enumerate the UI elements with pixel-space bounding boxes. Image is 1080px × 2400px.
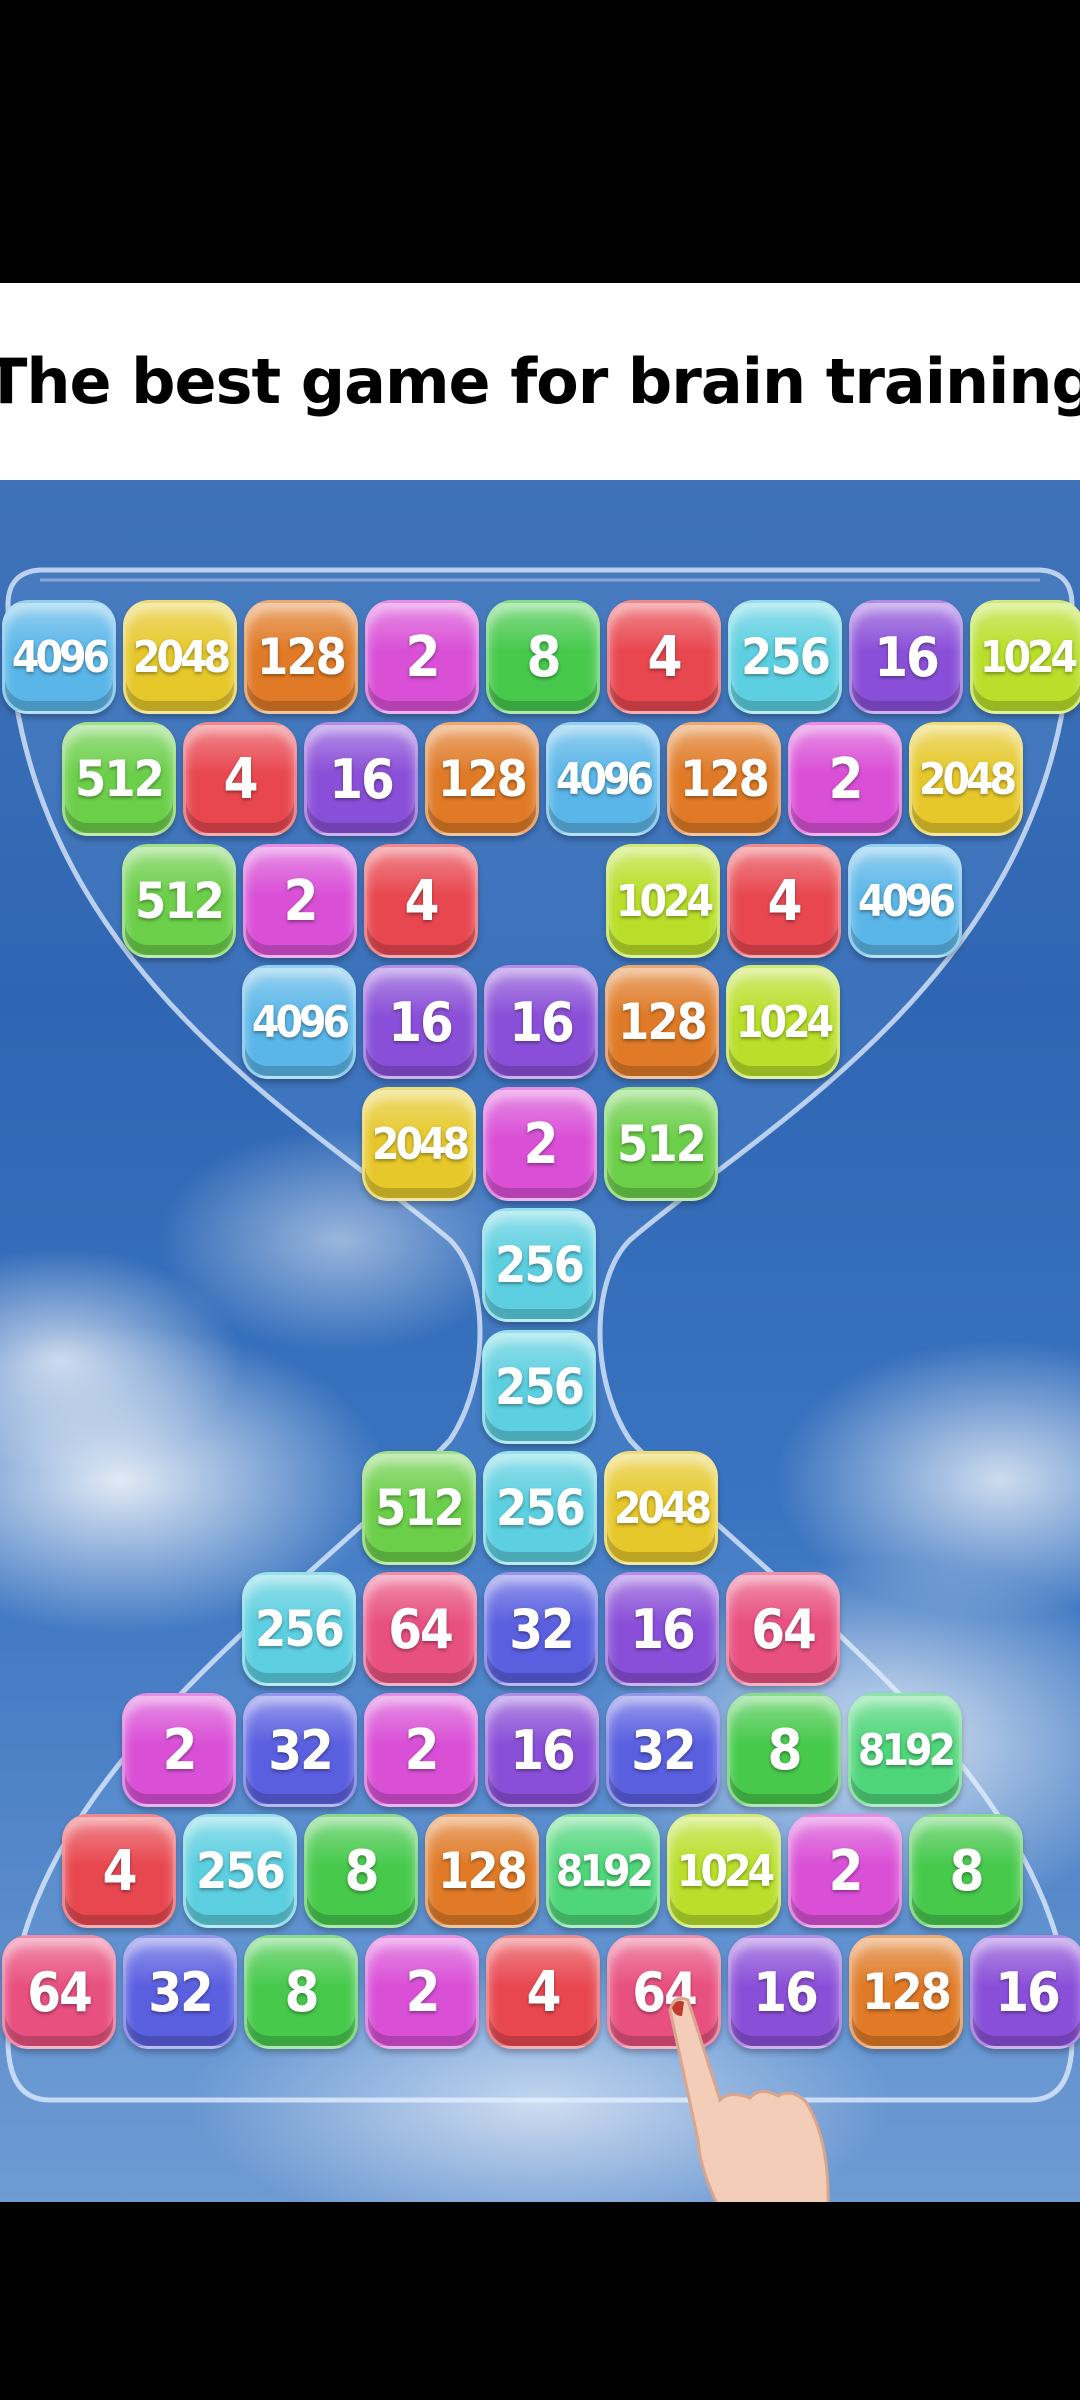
tile-128[interactable]: 128 xyxy=(425,722,539,836)
tile-4[interactable]: 4 xyxy=(183,722,297,836)
tile-128[interactable]: 128 xyxy=(425,1814,539,1928)
tile-1024[interactable]: 1024 xyxy=(726,965,840,1079)
tile-256[interactable]: 256 xyxy=(183,1814,297,1928)
tile-8[interactable]: 8 xyxy=(486,600,600,714)
pointing-hand-icon xyxy=(668,1996,830,2202)
tile-2048[interactable]: 2048 xyxy=(362,1087,476,1201)
tile-2048[interactable]: 2048 xyxy=(604,1451,718,1565)
tile-512[interactable]: 512 xyxy=(362,1451,476,1565)
tile-128[interactable]: 128 xyxy=(605,965,719,1079)
promo-banner: The best game for brain training xyxy=(0,283,1080,480)
tile-8[interactable]: 8 xyxy=(727,1693,841,1807)
tile-256[interactable]: 256 xyxy=(728,600,842,714)
tile-8[interactable]: 8 xyxy=(244,1935,358,2049)
tile-8[interactable]: 8 xyxy=(304,1814,418,1928)
tile-4[interactable]: 4 xyxy=(364,844,478,958)
tile-2048[interactable]: 2048 xyxy=(123,600,237,714)
tile-4096[interactable]: 4096 xyxy=(546,722,660,836)
tile-1024[interactable]: 1024 xyxy=(667,1814,781,1928)
tile-32[interactable]: 32 xyxy=(123,1935,237,2049)
tile-128[interactable]: 128 xyxy=(244,600,358,714)
tile-2048[interactable]: 2048 xyxy=(909,722,1023,836)
bottom-black-bar xyxy=(0,2202,1080,2400)
tile-512[interactable]: 512 xyxy=(122,844,236,958)
tile-8192[interactable]: 8192 xyxy=(546,1814,660,1928)
tile-128[interactable]: 128 xyxy=(849,1935,963,2049)
tile-16[interactable]: 16 xyxy=(970,1935,1080,2049)
tile-4096[interactable]: 4096 xyxy=(2,600,116,714)
tile-64[interactable]: 64 xyxy=(726,1572,840,1686)
tile-16[interactable]: 16 xyxy=(605,1572,719,1686)
tile-4[interactable]: 4 xyxy=(727,844,841,958)
tile-256[interactable]: 256 xyxy=(242,1572,356,1686)
tile-4[interactable]: 4 xyxy=(607,600,721,714)
tile-1024[interactable]: 1024 xyxy=(606,844,720,958)
tile-32[interactable]: 32 xyxy=(484,1572,598,1686)
banner-title: The best game for brain training xyxy=(0,345,1080,418)
tile-512[interactable]: 512 xyxy=(604,1087,718,1201)
tile-256[interactable]: 256 xyxy=(482,1208,596,1322)
tile-2[interactable]: 2 xyxy=(365,600,479,714)
tile-256[interactable]: 256 xyxy=(483,1451,597,1565)
tile-16[interactable]: 16 xyxy=(484,965,598,1079)
tile-1024[interactable]: 1024 xyxy=(970,600,1080,714)
tile-2[interactable]: 2 xyxy=(364,1693,478,1807)
tile-4096[interactable]: 4096 xyxy=(848,844,962,958)
tile-64[interactable]: 64 xyxy=(363,1572,477,1686)
tile-16[interactable]: 16 xyxy=(485,1693,599,1807)
tile-2[interactable]: 2 xyxy=(243,844,357,958)
tile-8[interactable]: 8 xyxy=(909,1814,1023,1928)
top-black-bar xyxy=(0,0,1080,283)
tile-4[interactable]: 4 xyxy=(62,1814,176,1928)
tile-4[interactable]: 4 xyxy=(486,1935,600,2049)
tile-8192[interactable]: 8192 xyxy=(848,1693,962,1807)
tile-64[interactable]: 64 xyxy=(2,1935,116,2049)
tile-2[interactable]: 2 xyxy=(483,1087,597,1201)
game-board[interactable]: 4096 2048 128 2 8 4 256 16 1024 512 4 16 128 4096 128 2… xyxy=(0,480,1080,2202)
tile-16[interactable]: 16 xyxy=(849,600,963,714)
tile-2[interactable]: 2 xyxy=(788,722,902,836)
tile-4096[interactable]: 4096 xyxy=(242,965,356,1079)
tile-512[interactable]: 512 xyxy=(62,722,176,836)
tile-2[interactable]: 2 xyxy=(788,1814,902,1928)
tile-2[interactable]: 2 xyxy=(365,1935,479,2049)
tile-2[interactable]: 2 xyxy=(122,1693,236,1807)
tile-128[interactable]: 128 xyxy=(667,722,781,836)
tile-16[interactable]: 16 xyxy=(363,965,477,1079)
tile-256[interactable]: 256 xyxy=(482,1330,596,1444)
tile-32[interactable]: 32 xyxy=(243,1693,357,1807)
tile-16[interactable]: 16 xyxy=(304,722,418,836)
tile-32[interactable]: 32 xyxy=(606,1693,720,1807)
